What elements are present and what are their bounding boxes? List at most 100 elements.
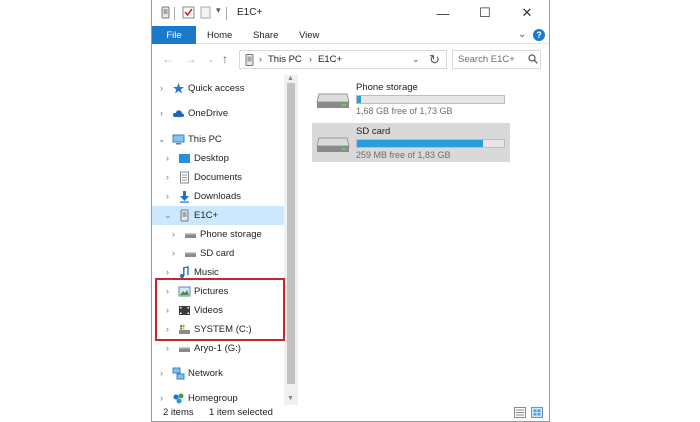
tree-item-label: Documents [194, 172, 243, 183]
help-icon[interactable]: ? [533, 29, 545, 41]
tree-item-label: Network [188, 368, 223, 379]
scrollbar-thumb[interactable] [287, 83, 295, 384]
tree-item-label: SD card [200, 248, 235, 259]
search-box[interactable]: Search E1C+ [452, 50, 541, 69]
up-button[interactable]: ↑ [222, 52, 228, 66]
tab-home[interactable]: Home [207, 26, 232, 44]
drive-free-space: 1,68 GB free of 1,73 GB [356, 106, 453, 116]
computer-icon [172, 134, 185, 145]
tree-item-desktop[interactable]: › Desktop [152, 149, 284, 168]
drive-name: SD card [356, 126, 391, 137]
explorer-window: ▾ E1C+ — ☐ ✕ File Home Share View ⌄ ? ← … [151, 0, 550, 422]
ribbon-tabs: File Home Share View ⌄ ? [152, 26, 549, 44]
tree-item-sd-card[interactable]: › SD card [152, 244, 284, 263]
drive-icon [316, 93, 350, 108]
annotation-highlight-box [155, 278, 285, 341]
tree-item-onedrive[interactable]: › OneDrive [152, 104, 284, 123]
drive-usage-bar [356, 95, 505, 104]
scroll-down-arrow[interactable]: ▼ [287, 395, 294, 402]
drive-usage-fill [357, 96, 362, 103]
tree-item-label: Homegroup [188, 393, 238, 404]
drive-tile-sd-card[interactable]: SD card 259 MB free of 1,83 GB [312, 123, 510, 162]
chevron-right-icon[interactable]: › [160, 393, 163, 403]
close-button[interactable]: ✕ [506, 0, 548, 26]
chevron-right-icon[interactable]: › [166, 172, 169, 182]
title-divider [174, 7, 175, 20]
tree-item-label: Aryo-1 (G:) [194, 343, 241, 354]
chevron-down-icon[interactable]: ⌄ [158, 134, 166, 145]
search-icon[interactable] [528, 54, 538, 64]
tab-view[interactable]: View [299, 26, 319, 44]
homegroup-icon [173, 393, 184, 404]
recent-locations-button[interactable]: ⌄ [207, 54, 215, 65]
drive-usage-fill [357, 140, 484, 147]
phone-device-icon [245, 54, 254, 66]
selection-count: 1 item selected [209, 407, 273, 418]
tab-share[interactable]: Share [253, 26, 278, 44]
tree-item-label: Downloads [194, 191, 241, 202]
navigation-scrollbar[interactable]: ▲ ▼ [284, 75, 298, 405]
tree-item-label: Phone storage [200, 229, 262, 240]
details-view-icon[interactable] [514, 407, 526, 418]
tree-item-this-pc[interactable]: ⌄ This PC [152, 130, 284, 149]
tree-item-label: E1C+ [194, 210, 219, 221]
item-count: 2 items [163, 407, 194, 418]
refresh-button[interactable]: ↻ [429, 52, 440, 68]
drive-usage-bar [356, 139, 505, 148]
minimize-button[interactable]: — [422, 0, 464, 26]
tree-item-aryo-g[interactable]: › Aryo-1 (G:) [152, 339, 284, 358]
chevron-right-icon[interactable]: › [160, 368, 163, 378]
expand-ribbon-icon[interactable]: ⌄ [518, 29, 526, 40]
breadcrumb-this-pc[interactable]: This PC [268, 54, 302, 65]
chevron-right-icon[interactable]: › [160, 108, 163, 118]
maximize-button[interactable]: ☐ [464, 0, 506, 26]
chevron-right-icon[interactable]: › [172, 229, 175, 239]
navigation-bar: ← → ⌄ ↑ › This PC › E1C+ ⌄ ↻ Search E1C+ [152, 46, 549, 72]
drive-tile-phone-storage[interactable]: Phone storage 1,68 GB free of 1,73 GB [312, 79, 510, 118]
chevron-right-icon[interactable]: › [166, 343, 169, 353]
address-dropdown-icon[interactable]: ⌄ [412, 54, 420, 65]
chevron-right-icon[interactable]: › [166, 267, 169, 277]
chevron-down-icon[interactable]: ⌄ [164, 210, 172, 221]
navigation-pane: › Quick access › OneDrive ⌄ This PC › De… [152, 75, 298, 405]
back-button[interactable]: ← [162, 52, 174, 66]
drive-icon [185, 252, 196, 257]
documents-folder-icon [180, 171, 189, 184]
desktop-folder-icon [179, 154, 190, 163]
drive-name: Phone storage [356, 82, 418, 93]
tree-item-label: OneDrive [188, 108, 229, 119]
breadcrumb-separator: › [259, 54, 262, 64]
window-title: E1C+ [237, 7, 263, 18]
forward-button[interactable]: → [185, 52, 197, 66]
breadcrumb-e1c[interactable]: E1C+ [318, 54, 342, 65]
tree-item-documents[interactable]: › Documents [152, 168, 284, 187]
phone-device-icon [180, 209, 189, 222]
qa-customize-icon[interactable]: ▾ [216, 5, 221, 16]
network-icon [172, 367, 185, 380]
tree-item-downloads[interactable]: › Downloads [152, 187, 284, 206]
chevron-right-icon[interactable]: › [166, 191, 169, 201]
tree-item-label: Music [194, 267, 219, 278]
large-icons-view-icon[interactable] [531, 407, 543, 418]
chevron-right-icon[interactable]: › [160, 83, 163, 93]
tree-item-quick-access[interactable]: › Quick access [152, 79, 284, 98]
drive-icon [316, 137, 350, 152]
title-divider [226, 7, 227, 20]
tree-item-e1c[interactable]: ⌄ E1C+ [152, 206, 284, 225]
phone-device-icon[interactable] [159, 6, 172, 19]
tab-file[interactable]: File [152, 26, 196, 44]
new-folder-icon[interactable] [199, 6, 212, 19]
status-bar: 2 items 1 item selected [152, 405, 549, 421]
usb-drive-icon [179, 347, 190, 352]
tree-item-label: This PC [188, 134, 222, 145]
drive-icon [185, 233, 196, 238]
tree-item-phone-storage[interactable]: › Phone storage [152, 225, 284, 244]
title-bar: ▾ E1C+ — ☐ ✕ [152, 0, 549, 26]
search-input[interactable]: Search E1C+ [458, 54, 515, 65]
address-bar[interactable]: › This PC › E1C+ ⌄ ↻ [239, 50, 447, 69]
tree-item-network[interactable]: › Network [152, 364, 284, 383]
chevron-right-icon[interactable]: › [172, 248, 175, 258]
scroll-up-arrow[interactable]: ▲ [287, 75, 294, 82]
chevron-right-icon[interactable]: › [166, 153, 169, 163]
properties-check-icon[interactable] [182, 6, 195, 19]
